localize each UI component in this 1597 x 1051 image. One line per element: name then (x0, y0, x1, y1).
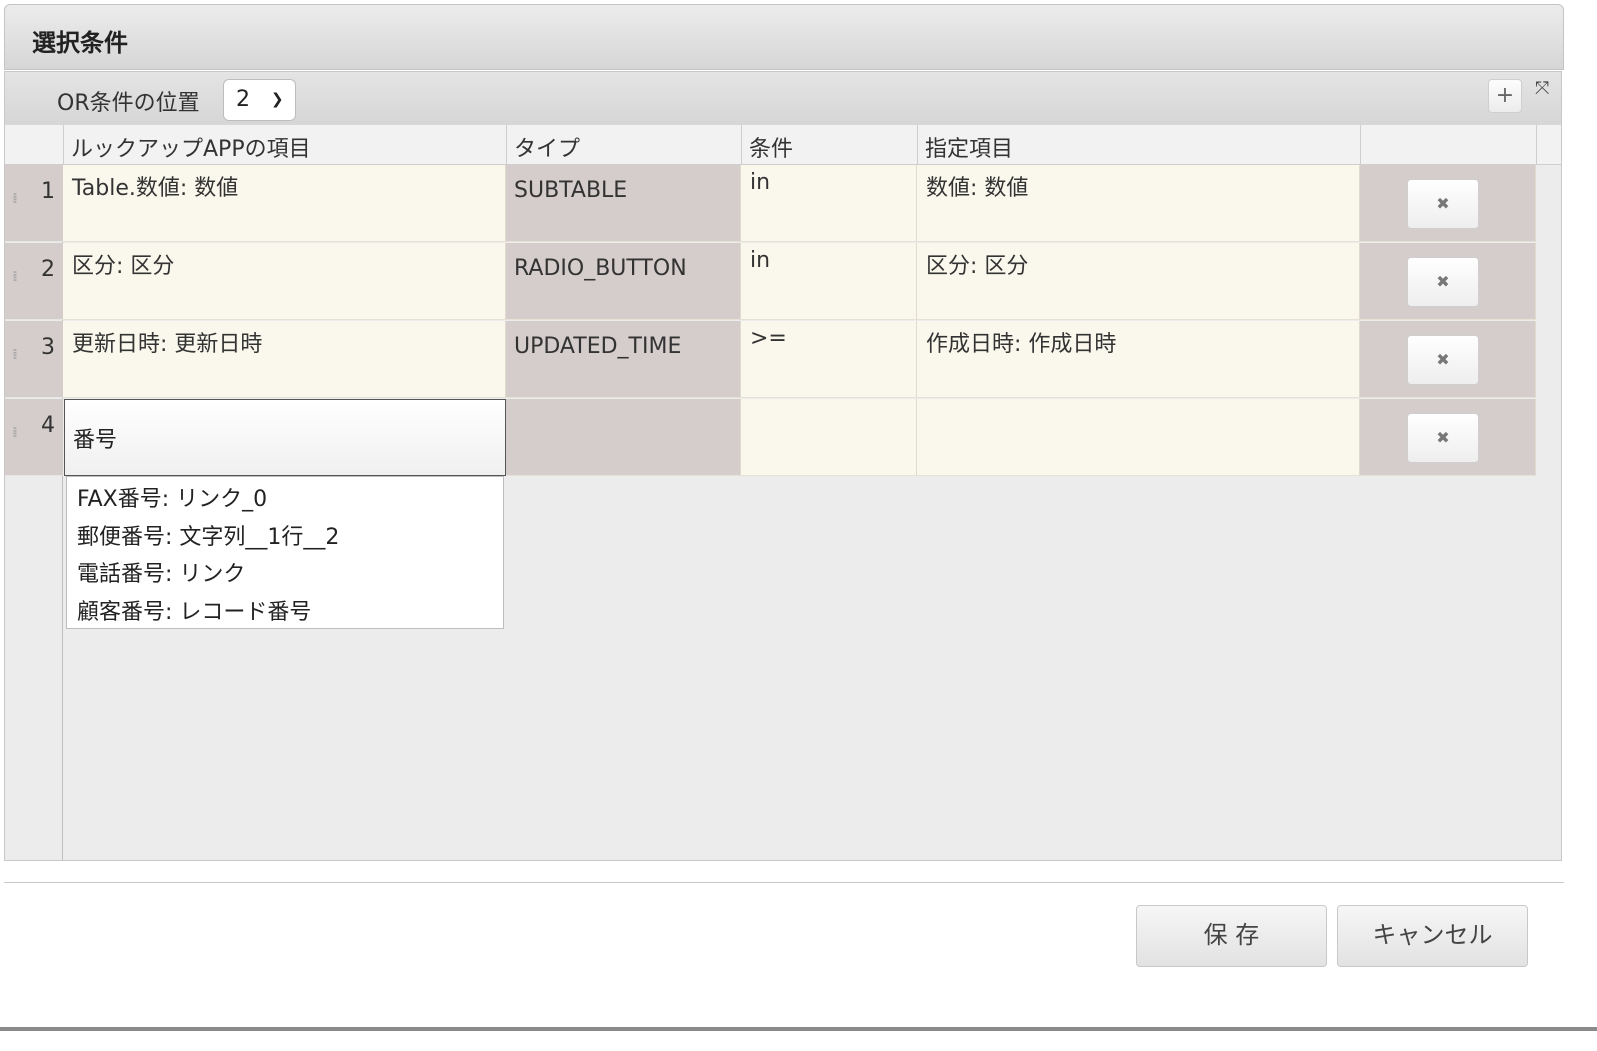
or-position-value: 2 (236, 87, 250, 112)
condition-cell[interactable] (741, 399, 917, 476)
header-condition: 条件 (741, 125, 917, 165)
expand-icon[interactable]: ⤧ (1535, 78, 1549, 99)
dialog-header: 選択条件 (4, 4, 1564, 70)
header-rownum (5, 125, 63, 165)
actions-cell: ✖ (1360, 399, 1536, 476)
autocomplete-option[interactable]: 郵便番号: 文字列__1行__2 (77, 519, 339, 551)
actions-cell: ✖ (1360, 243, 1536, 320)
delete-row-button[interactable]: ✖ (1407, 413, 1479, 463)
actions-cell: ✖ (1360, 165, 1536, 242)
condition-cell[interactable]: in (741, 165, 917, 242)
drag-handle-icon[interactable]: ⁞⁞ (12, 425, 18, 441)
table-row: ⁞⁞ 1 Table.数値: 数値 SUBTABLE in 数値: 数値 ✖ (5, 165, 1561, 243)
autocomplete-option[interactable]: 電話番号: リンク (77, 556, 245, 588)
header-type: タイプ (506, 125, 741, 165)
type-cell: SUBTABLE (506, 165, 741, 242)
dialog-title: 選択条件 (32, 29, 128, 57)
row-number: 4 (41, 413, 55, 438)
column-header-row: ルックアップAPPの項目 タイプ 条件 指定項目 (5, 124, 1561, 165)
row-number: 2 (41, 257, 55, 282)
lookup-field-input[interactable]: 番号 (64, 399, 506, 476)
target-field-cell[interactable]: 作成日時: 作成日時 (917, 321, 1360, 398)
delete-row-button[interactable]: ✖ (1407, 179, 1479, 229)
table-row: ⁞⁞ 3 更新日時: 更新日時 UPDATED_TIME >= 作成日時: 作成… (5, 321, 1561, 399)
row-handle[interactable]: ⁞⁞ 3 (5, 321, 63, 398)
drag-handle-icon[interactable]: ⁞⁞ (12, 347, 18, 363)
bottom-border (0, 1027, 1597, 1031)
table-row: ⁞⁞ 4 番号 ✖ (5, 399, 1561, 477)
cancel-button[interactable]: キャンセル (1337, 905, 1528, 967)
header-lookup-field: ルックアップAPPの項目 (63, 125, 506, 165)
or-position-select[interactable]: 2 ❯ (223, 79, 296, 121)
type-cell: UPDATED_TIME (506, 321, 741, 398)
autocomplete-option[interactable]: FAX番号: リンク_0 (77, 481, 267, 513)
header-actions (1360, 125, 1536, 165)
target-field-cell[interactable] (917, 399, 1360, 476)
row-number: 1 (41, 179, 55, 204)
header-scroll-spacer (1536, 125, 1561, 165)
condition-cell[interactable]: >= (741, 321, 917, 398)
autocomplete-list: FAX番号: リンク_0 郵便番号: 文字列__1行__2 電話番号: リンク … (66, 476, 504, 629)
type-cell: RADIO_BUTTON (506, 243, 741, 320)
row-handle[interactable]: ⁞⁞ 2 (5, 243, 63, 320)
or-position-label: OR条件の位置 (57, 91, 200, 116)
target-field-cell[interactable]: 数値: 数値 (917, 165, 1360, 242)
row-handle[interactable]: ⁞⁞ 4 (5, 399, 63, 476)
lookup-field-cell[interactable]: 区分: 区分 (63, 243, 506, 320)
target-field-cell[interactable]: 区分: 区分 (917, 243, 1360, 320)
row-number: 3 (41, 335, 55, 360)
drag-handle-icon[interactable]: ⁞⁞ (12, 191, 18, 207)
lookup-field-cell[interactable]: 更新日時: 更新日時 (63, 321, 506, 398)
autocomplete-option[interactable]: 顧客番号: レコード番号 (77, 594, 311, 626)
delete-row-button[interactable]: ✖ (1407, 257, 1479, 307)
chevron-down-icon: ❯ (271, 90, 284, 108)
conditions-grid: OR条件の位置 2 ❯ + ⤧ ルックアップAPPの項目 タイプ 条件 指定項目… (4, 71, 1562, 861)
type-cell (506, 399, 741, 476)
add-row-button[interactable]: + (1488, 79, 1522, 113)
row-handle[interactable]: ⁞⁞ 1 (5, 165, 63, 242)
drag-handle-icon[interactable]: ⁞⁞ (12, 269, 18, 285)
condition-cell[interactable]: in (741, 243, 917, 320)
delete-row-button[interactable]: ✖ (1407, 335, 1479, 385)
grid-toolbar: OR条件の位置 2 ❯ + ⤧ (5, 72, 1561, 124)
lookup-field-cell[interactable]: Table.数値: 数値 (63, 165, 506, 242)
actions-cell: ✖ (1360, 321, 1536, 398)
header-target-field: 指定項目 (917, 125, 1360, 165)
table-row: ⁞⁞ 2 区分: 区分 RADIO_BUTTON in 区分: 区分 ✖ (5, 243, 1561, 321)
footer-divider (4, 882, 1564, 883)
save-button[interactable]: 保 存 (1136, 905, 1327, 967)
